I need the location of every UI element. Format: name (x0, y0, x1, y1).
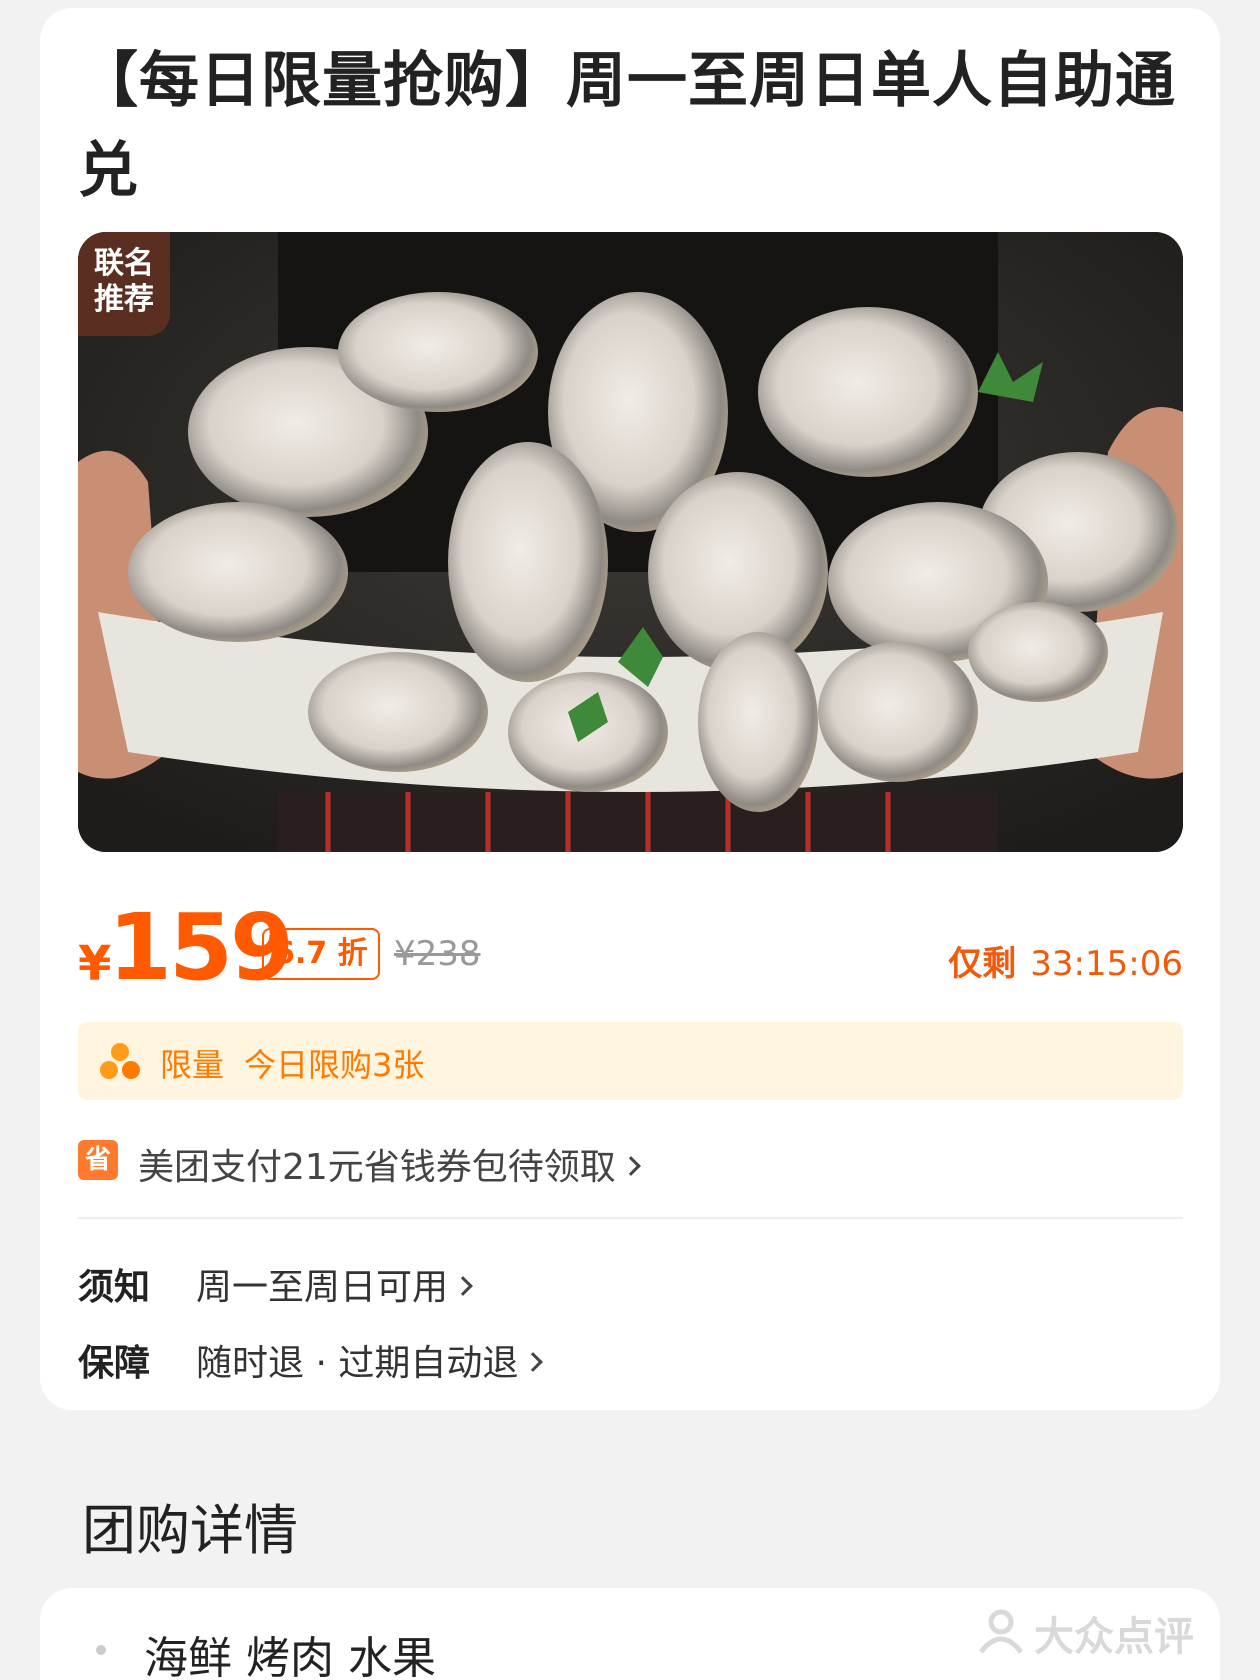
chevron-right-icon (523, 1352, 544, 1372)
discount-badge: 6.7 折 (262, 928, 380, 980)
oysters-photo (78, 232, 1183, 852)
countdown-label: 仅剩 (948, 944, 1017, 984)
limit-text: 今日限购3张 (244, 1046, 425, 1084)
limit-tag: 限量 (160, 1046, 225, 1084)
guarantee-value: 随时退 · 过期自动退 (196, 1334, 544, 1386)
detail-item: 海鲜 烤肉 水果 (144, 1633, 436, 1680)
chevron-right-icon (453, 1276, 473, 1296)
limited-icon (100, 1043, 140, 1079)
watermark: 大众点评 (1034, 1614, 1194, 1660)
countdown-time: 33:15:06 (1030, 944, 1183, 984)
save-icon: 省 (78, 1140, 118, 1180)
coupon-row[interactable]: 省 美团支付21元省钱券包待领取 (78, 1136, 1183, 1188)
divider (78, 1217, 1183, 1219)
notice-value: 周一至周日可用 (196, 1258, 473, 1310)
countdown: 仅剩 33:15:06 (948, 936, 1183, 985)
guarantee-row[interactable]: 保障 随时退 · 过期自动退 (78, 1328, 1183, 1384)
coupon-text: 美团支付21元省钱券包待领取 (138, 1138, 641, 1190)
guarantee-label: 保障 (78, 1343, 151, 1384)
deal-title: 【每日限量抢购】周一至周日单人自助通兑 (78, 46, 1176, 206)
limit-bar: 限量 今日限购3张 (78, 1022, 1183, 1100)
currency-symbol: ¥ (78, 936, 112, 992)
deal-image[interactable]: 联名 推荐 (78, 232, 1183, 852)
bullet-dot (96, 1645, 106, 1655)
notice-row[interactable]: 须知 周一至周日可用 (78, 1252, 1183, 1308)
notice-label: 须知 (78, 1267, 151, 1308)
co-brand-badge: 联名 推荐 (78, 232, 170, 336)
price-row: ¥ 159 6.7 折 ¥238 仅剩 33:15:06 (78, 894, 1183, 1001)
original-price: ¥238 (394, 934, 481, 974)
section-title: 团购详情 (82, 1499, 298, 1562)
chevron-right-icon (620, 1156, 641, 1176)
